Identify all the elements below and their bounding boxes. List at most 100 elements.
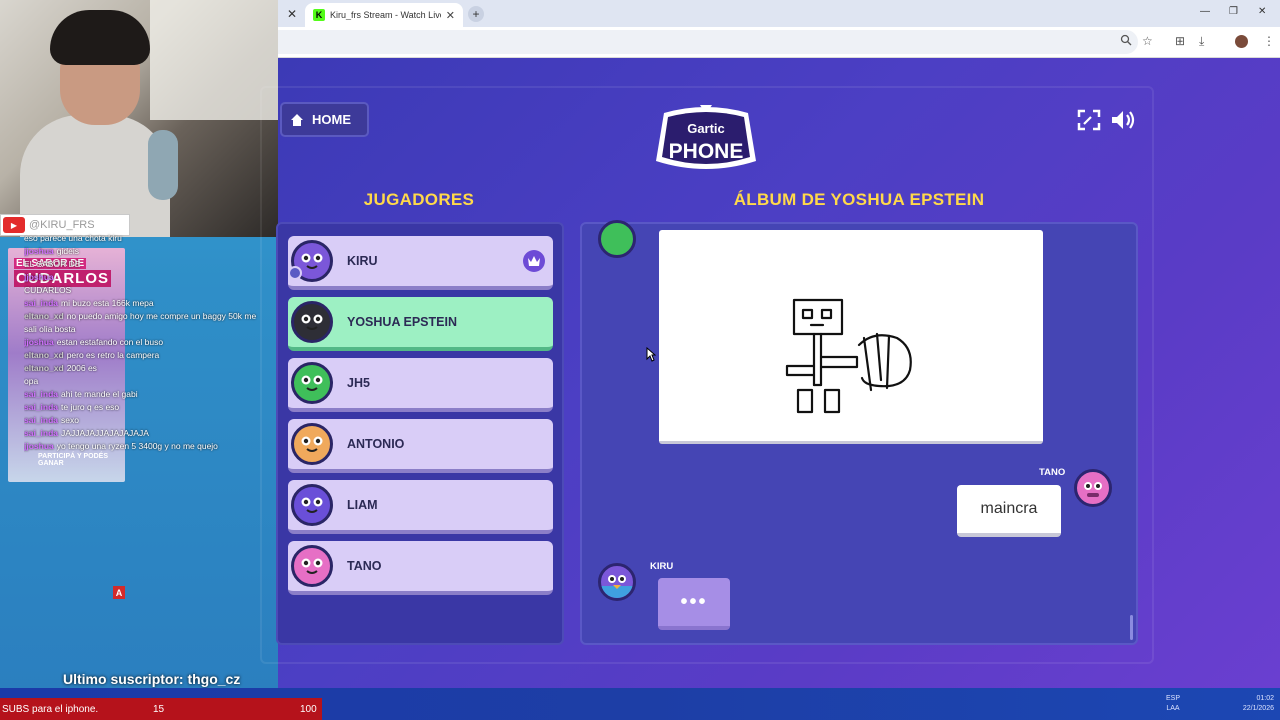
ticker-goal: 100 — [300, 703, 317, 715]
avatar-face-icon — [301, 558, 323, 574]
chat-text: CUDARLOS — [24, 285, 72, 295]
star-icon[interactable]: ☆ — [1142, 34, 1153, 48]
chat-text: sexo — [61, 415, 79, 425]
chat-line: jjoshua — [24, 271, 280, 284]
ticker-count: 15 — [153, 703, 165, 715]
player-avatar — [291, 362, 333, 404]
tano-avatar — [1074, 469, 1112, 507]
more-icon[interactable]: ⋮ — [1263, 34, 1275, 48]
chat-text: 2006 es — [66, 363, 97, 373]
logo-top-text: Gartic — [687, 121, 725, 136]
tab-kiru-stream[interactable]: K Kiru_frs Stream - Watch Live on ✕ — [305, 3, 463, 27]
chat-line: EL SABOR DE — [24, 258, 280, 271]
chat-text: te juro q es eso — [61, 402, 120, 412]
gartic-phone-logo: Gartic PHONE — [656, 105, 756, 169]
chat-line: eltano_xd 2006 es — [24, 362, 280, 375]
player-name: TANO — [347, 559, 382, 573]
drawing-card — [659, 230, 1043, 444]
chat-text: sali olia bosta — [24, 324, 76, 334]
avatar-face-icon — [301, 314, 323, 330]
player-avatar — [291, 423, 333, 465]
promo-footer: PARTICIPÁ Y PODÉS GANAR — [38, 453, 109, 467]
chat-username: eltano_xd — [24, 311, 64, 321]
chat-text: opa — [24, 376, 39, 386]
player-avatar — [291, 484, 333, 526]
cursor-icon — [646, 347, 656, 362]
chat-username: eltano_xd — [24, 350, 64, 360]
player-liam[interactable]: LIAM — [288, 480, 553, 534]
chat-line: eltano_xd no puedo amigo hoy me compre un… — [24, 310, 280, 323]
player-tano[interactable]: TANO — [288, 541, 553, 595]
chat-text: JAJJAJAJJAJAJAJAJA — [61, 428, 149, 438]
new-tab-button[interactable]: + — [468, 6, 484, 22]
chat-username: sai_inda — [24, 298, 59, 308]
chat-username: sai_inda — [24, 428, 59, 438]
chat-text: gideis — [56, 246, 79, 256]
zoom-icon[interactable] — [1120, 34, 1132, 46]
stream-chat: eso parece una chota kiru jjoshua gideis EL… — [24, 232, 280, 453]
kiru-face-icon — [601, 575, 633, 598]
host-indicator-icon — [288, 266, 302, 280]
language-indicator[interactable]: ESP LAA — [1162, 694, 1184, 714]
webcam-window — [150, 0, 278, 120]
typing-indicator: ••• — [658, 578, 730, 630]
chat-line: sai_inda JAJJAJAJJAJAJAJAJA — [24, 427, 280, 440]
player-avatar — [291, 301, 333, 343]
minimize-icon[interactable]: — — [1200, 6, 1210, 17]
sub-goal-ticker: SUBS para el iphone. 15 100 — [0, 698, 322, 720]
kick-favicon-icon: K — [313, 9, 325, 21]
badge-a: A — [113, 586, 125, 599]
chat-username: sai_inda — [24, 389, 59, 399]
player-kiru[interactable]: KIRU — [288, 236, 553, 290]
tano-face-icon — [1084, 482, 1102, 497]
player-yoshua-epstein[interactable]: YOSHUA EPSTEIN — [288, 297, 553, 351]
fullscreen-icon[interactable] — [1076, 108, 1102, 132]
chat-text: EL SABOR DE — [24, 259, 81, 269]
avatar-face-icon — [301, 436, 323, 452]
album-heading: ÁLBUM DE YOSHUA EPSTEIN — [733, 190, 985, 209]
chat-username: jjoshua — [24, 246, 54, 256]
kiru-avatar — [598, 563, 636, 601]
chat-text: yo tengo una ryzen 5 3400g y no me quejo — [56, 441, 218, 451]
last-subscriber: Ultimo suscriptor: thgo_cz — [63, 671, 241, 687]
close-icon[interactable]: ✕ — [446, 9, 455, 22]
player-jh5[interactable]: JH5 — [288, 358, 553, 412]
restore-icon[interactable]: ❐ — [1229, 6, 1238, 17]
chat-line: sai_inda te juro q es eso — [24, 401, 280, 414]
volume-icon[interactable] — [1110, 108, 1136, 132]
translate-icon[interactable]: ⊞ — [1175, 34, 1185, 48]
player-avatar — [291, 545, 333, 587]
window-close-icon[interactable]: ✕ — [1258, 6, 1266, 17]
clock-time: 01:02 — [1256, 695, 1274, 702]
chat-text: no puedo amigo hoy me compre un baggy 50… — [66, 311, 257, 321]
home-button[interactable]: HOME — [280, 102, 369, 137]
chat-text: mi buzo esta 166k mepa — [61, 298, 154, 308]
player-name: YOSHUA EPSTEIN — [347, 315, 457, 329]
chat-line: sali olia bosta — [24, 323, 280, 336]
lang-bottom: LAA — [1166, 705, 1180, 712]
download-icon[interactable]: ⤓ — [1199, 34, 1204, 49]
player-antonio[interactable]: ANTONIO — [288, 419, 553, 473]
url-input[interactable] — [278, 30, 1138, 54]
chat-line: sai_inda mi buzo esta 166k mepa — [24, 297, 280, 310]
microphone — [148, 130, 178, 200]
drawing-image — [785, 298, 912, 414]
avatar-face-icon — [301, 497, 323, 513]
chat-text: ahi te mande el gabi — [61, 389, 138, 399]
jh5-avatar — [598, 220, 636, 258]
chat-line: eltano_xd pero es retro la campera — [24, 349, 280, 362]
webcam-feed — [0, 0, 278, 237]
clock[interactable]: 01:02 22/1/2026 — [1224, 694, 1274, 714]
chat-username: jjoshua — [24, 272, 54, 282]
chat-line: jjoshua yo tengo una ryzen 5 3400g y no m… — [24, 440, 280, 453]
album-scrollbar[interactable] — [1130, 615, 1133, 640]
chat-text: eso parece una chota kiru — [24, 233, 122, 243]
profile-icon[interactable] — [1235, 35, 1248, 48]
chat-line: sai_inda sexo — [24, 414, 280, 427]
player-name: ANTONIO — [347, 437, 405, 451]
close-tab-icon[interactable]: ✕ — [287, 7, 297, 21]
crown-icon — [523, 250, 545, 272]
player-name: KIRU — [347, 254, 378, 268]
chat-line: jjoshua estan estafando con el buso — [24, 336, 280, 349]
webcam-person-hair — [50, 10, 150, 65]
